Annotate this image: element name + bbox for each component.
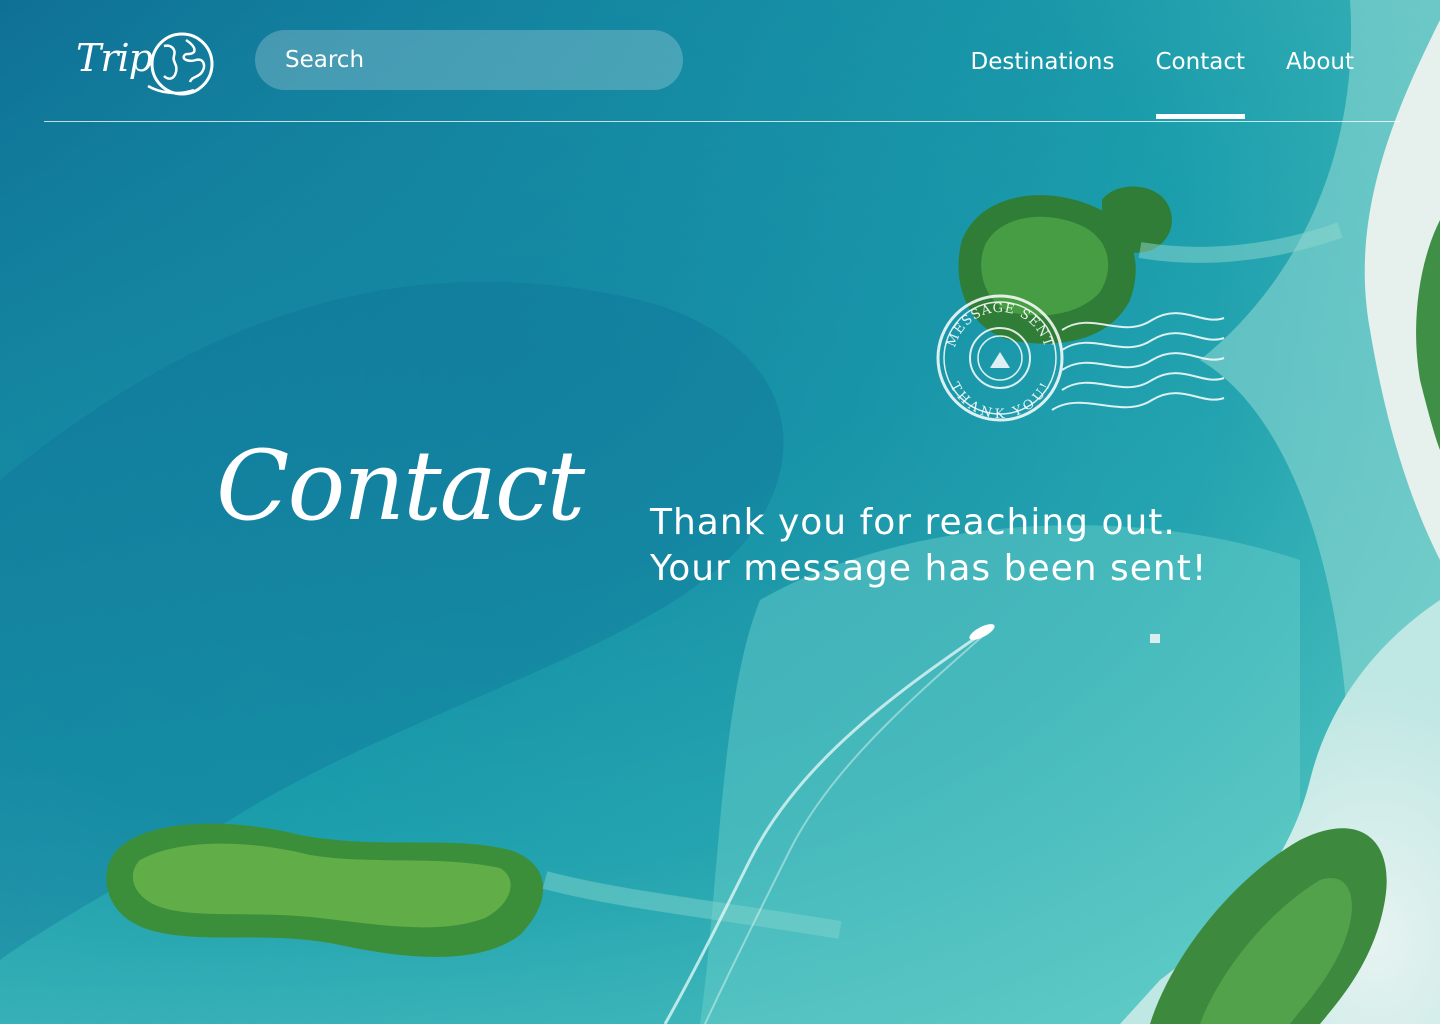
search-bar[interactable] — [255, 30, 683, 90]
nav-link-destinations[interactable]: Destinations — [971, 46, 1115, 78]
search-input[interactable] — [285, 47, 653, 73]
stamp-bottom-text: THANK YOU! — [947, 380, 1053, 422]
globe-icon — [147, 32, 214, 96]
confirmation-message: Thank you for reaching out. Your message… — [650, 500, 1270, 592]
main-nav: Destinations Contact About — [930, 46, 1354, 119]
mountain-icon — [990, 352, 1010, 368]
nav-link-contact[interactable]: Contact — [1155, 46, 1246, 119]
logo[interactable]: Trip — [74, 28, 219, 104]
message-line-1: Thank you for reaching out. — [650, 502, 1176, 543]
message-sent-stamp: MESSAGE SENT THANK YOU! — [936, 294, 1225, 422]
nav-link-about[interactable]: About — [1286, 46, 1354, 78]
page-title: Contact — [216, 430, 585, 542]
message-line-2: Your message has been sent! — [650, 548, 1208, 589]
svg-text:THANK YOU!: THANK YOU! — [947, 380, 1054, 422]
logo-text: Trip — [76, 36, 153, 80]
site-header: Trip Destinations Contact About — [44, 0, 1400, 122]
